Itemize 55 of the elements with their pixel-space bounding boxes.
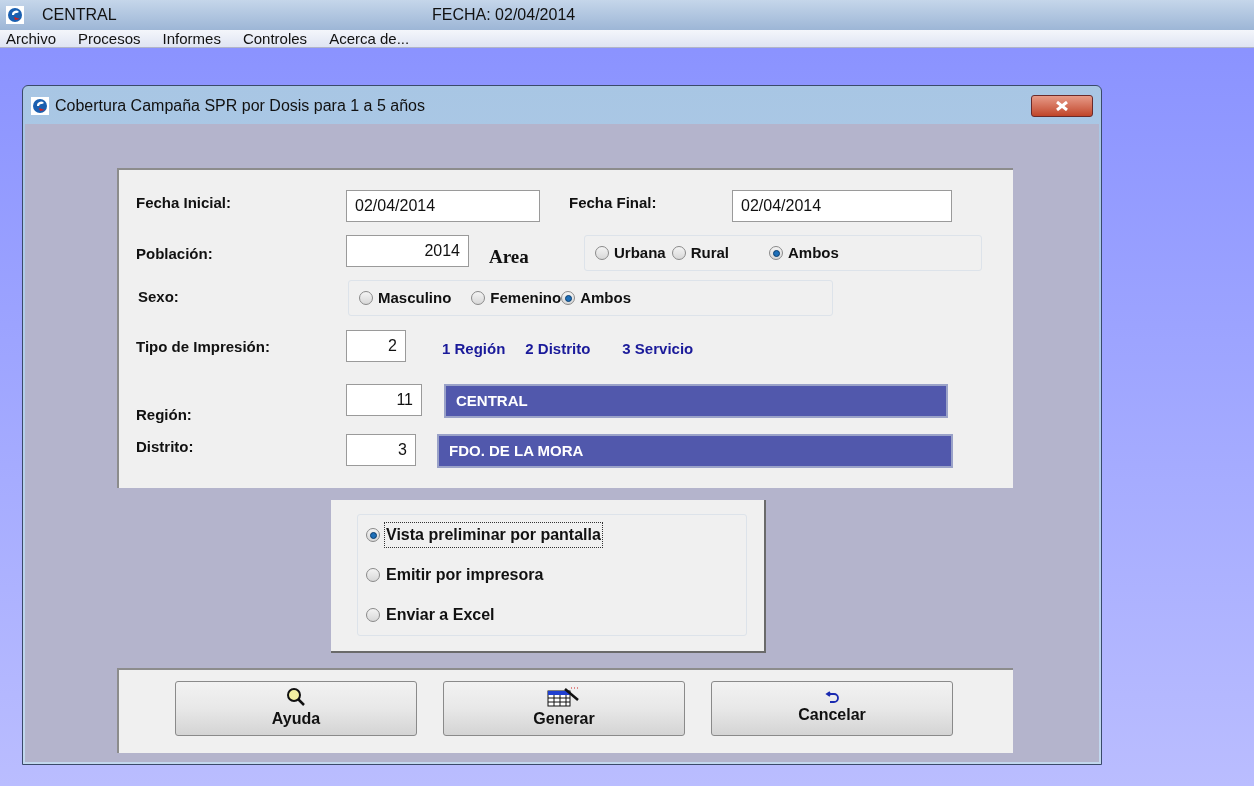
radio-button[interactable] xyxy=(366,568,380,582)
radio-button[interactable] xyxy=(471,291,486,305)
app-title: CENTRAL xyxy=(42,5,118,25)
table-icon xyxy=(547,686,581,707)
input-field[interactable]: 02/04/2014 xyxy=(732,190,952,222)
radio-button[interactable] xyxy=(561,291,576,305)
field-label: Fecha Inicial: xyxy=(136,193,233,213)
app-logo-icon xyxy=(6,6,24,24)
close-button[interactable] xyxy=(1031,95,1093,117)
district-name-bar: FDO. DE LA MORA xyxy=(437,434,953,468)
area-label: Area xyxy=(489,245,530,269)
radio-label[interactable]: Ambos xyxy=(580,286,632,310)
radio-label[interactable]: Masculino xyxy=(378,286,452,310)
menu-item[interactable]: Informes xyxy=(162,29,221,48)
undo-icon xyxy=(824,690,840,703)
legend-text: 1 Región xyxy=(442,339,506,359)
radio-button[interactable] xyxy=(671,246,686,260)
radio-label[interactable]: Ambos xyxy=(788,241,839,265)
field-label: Distrito: xyxy=(136,437,195,457)
menu-item[interactable]: Archivo xyxy=(6,29,57,48)
radio-label[interactable]: Rural xyxy=(690,241,730,265)
field-label: Sexo: xyxy=(137,287,180,307)
action-button[interactable]: Generar xyxy=(443,681,685,736)
close-icon xyxy=(1053,101,1071,111)
action-button[interactable]: Cancelar xyxy=(711,681,953,736)
menu-item[interactable]: Procesos xyxy=(78,29,141,48)
app-logo-icon xyxy=(31,97,49,115)
field-label: Fecha Final: xyxy=(569,193,658,213)
radio-label[interactable]: Femenino xyxy=(490,286,562,310)
region-name-bar: CENTRAL xyxy=(444,384,948,418)
dialog-title: Cobertura Campaña SPR por Dosis para 1 a 5 años xyxy=(55,96,425,116)
search-icon xyxy=(286,686,306,707)
menu-item[interactable]: Controles xyxy=(242,29,308,48)
input-field[interactable]: 3 xyxy=(346,434,416,466)
legend-text: 3 Servicio xyxy=(622,339,694,359)
input-field[interactable]: 02/04/2014 xyxy=(346,190,540,222)
input-field[interactable]: 2014 xyxy=(346,235,469,267)
radio-label[interactable]: Urbana xyxy=(614,241,666,265)
radio-button[interactable] xyxy=(769,246,784,260)
radio-button[interactable] xyxy=(359,291,373,305)
radio-label[interactable]: Enviar a Excel xyxy=(384,602,497,628)
action-button[interactable]: Ayuda xyxy=(175,681,417,736)
radio-label[interactable]: Emitir por impresora xyxy=(384,562,546,588)
legend-text: 2 Distrito xyxy=(525,339,591,359)
menu-item[interactable]: Acerca de... xyxy=(329,29,410,48)
input-field[interactable]: 2 xyxy=(346,330,406,362)
radio-label[interactable]: Vista preliminar por pantalla xyxy=(384,522,603,548)
field-label: Población: xyxy=(136,244,214,264)
radio-button[interactable] xyxy=(595,246,609,260)
field-label: Región: xyxy=(136,405,193,425)
radio-button[interactable] xyxy=(366,608,380,622)
date-label: FECHA: 02/04/2014 xyxy=(432,5,576,25)
input-field[interactable]: 11 xyxy=(346,384,422,416)
field-label: Tipo de Impresión: xyxy=(136,337,271,357)
radio-button[interactable] xyxy=(366,528,380,542)
